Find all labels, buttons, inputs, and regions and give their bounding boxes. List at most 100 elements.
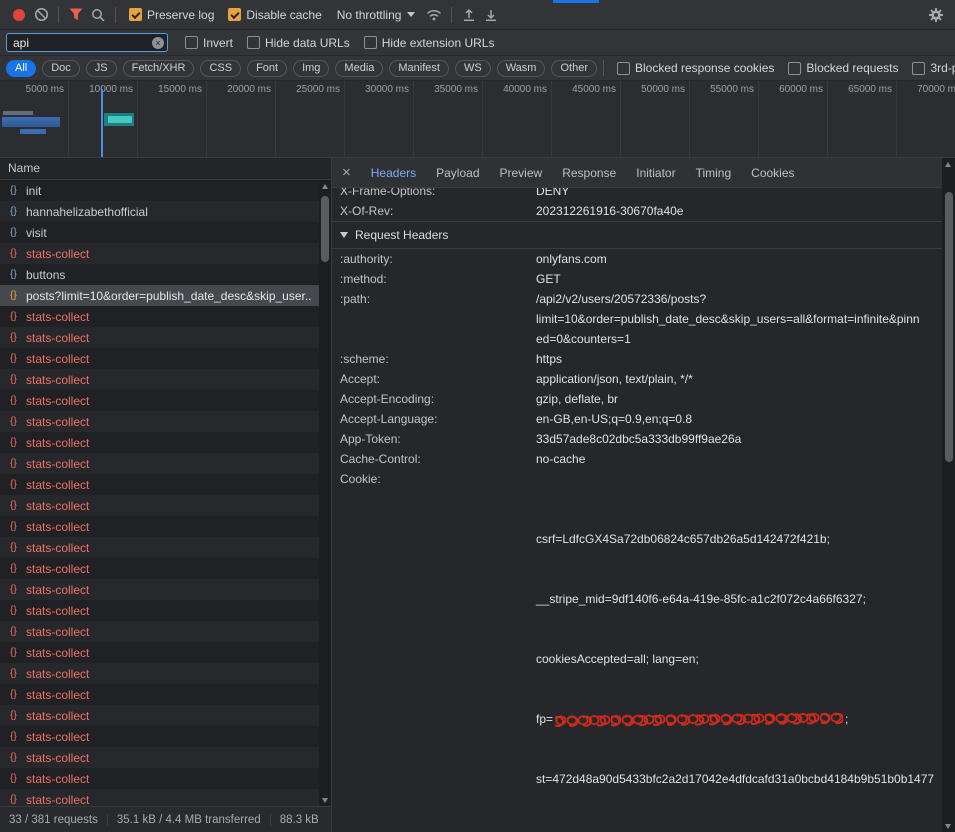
request-type-icon: {} (7, 794, 20, 805)
invert-checkbox[interactable]: Invert (185, 36, 233, 50)
header-value: gzip, deflate, br (536, 389, 934, 409)
timeline-tick: 30000 ms (345, 81, 414, 157)
request-row[interactable]: {} stats-collect (0, 579, 319, 600)
blocked-requests-checkbox[interactable]: Blocked requests (788, 61, 898, 75)
network-filter-input[interactable] (6, 33, 168, 52)
settings-button[interactable] (925, 4, 947, 26)
scrollbar-thumb[interactable] (321, 196, 329, 262)
name-column-header[interactable]: Name (0, 158, 331, 180)
request-row[interactable]: {} stats-collect (0, 537, 319, 558)
request-row[interactable]: {} stats-collect (0, 789, 319, 806)
resource-type-chip[interactable]: CSS (200, 60, 241, 77)
request-row[interactable]: {} stats-collect (0, 474, 319, 495)
request-row[interactable]: {} stats-collect (0, 453, 319, 474)
resource-type-chip[interactable]: Wasm (497, 60, 546, 77)
blocked-response-cookies-checkbox[interactable]: Blocked response cookies (617, 61, 774, 75)
request-headers-section-toggle[interactable]: Request Headers (332, 222, 942, 249)
hide-data-urls-checkbox[interactable]: Hide data URLs (247, 36, 350, 50)
resource-type-chip[interactable]: Font (247, 60, 287, 77)
import-har-button[interactable] (458, 4, 480, 26)
request-row[interactable]: {} stats-collect (0, 327, 319, 348)
request-row[interactable]: {} stats-collect (0, 306, 319, 327)
request-row[interactable]: {} stats-collect (0, 747, 319, 768)
details-scrollbar[interactable] (942, 158, 955, 832)
request-name: stats-collect (26, 394, 312, 408)
clear-button[interactable] (30, 4, 52, 26)
request-type-icon: {} (7, 416, 20, 427)
network-conditions-button[interactable] (423, 4, 445, 26)
header-value: en-GB,en-US;q=0.9,en;q=0.8 (536, 409, 934, 429)
resource-type-chip[interactable]: WS (455, 60, 491, 77)
export-har-button[interactable] (480, 4, 502, 26)
cookie-text: fp= (536, 712, 553, 726)
request-row[interactable]: {} stats-collect (0, 348, 319, 369)
request-row[interactable]: {} stats-collect (0, 621, 319, 642)
resource-type-chip[interactable]: JS (86, 60, 117, 77)
resource-type-chip[interactable]: Fetch/XHR (123, 60, 195, 77)
resource-type-chip[interactable]: Other (551, 60, 597, 77)
request-row[interactable]: {} stats-collect (0, 390, 319, 411)
gear-icon (928, 7, 944, 23)
header-name: Accept: (340, 369, 536, 389)
request-type-icon: {} (7, 353, 20, 364)
timeline-tick: 60000 ms (759, 81, 828, 157)
request-row[interactable]: {} stats-collect (0, 369, 319, 390)
scroll-up-button[interactable] (319, 180, 331, 192)
request-row[interactable]: {} stats-collect (0, 726, 319, 747)
third-party-requests-checkbox[interactable]: 3rd-party requests (912, 61, 955, 75)
scroll-down-button[interactable] (319, 794, 331, 806)
request-row[interactable]: {} stats-collect (0, 705, 319, 726)
clear-filter-icon[interactable]: × (152, 37, 164, 49)
details-tab[interactable]: Headers (361, 158, 426, 188)
resource-type-chip[interactable]: All (6, 60, 36, 77)
request-row[interactable]: {} stats-collect (0, 600, 319, 621)
request-row[interactable]: {} visit (0, 222, 319, 243)
request-row[interactable]: {} stats-collect (0, 768, 319, 789)
resource-type-chip[interactable]: Doc (42, 60, 80, 77)
close-details-button[interactable]: × (332, 164, 361, 181)
details-tab[interactable]: Cookies (741, 158, 804, 188)
scrollbar-thumb[interactable] (945, 192, 953, 462)
request-row[interactable]: {} stats-collect (0, 558, 319, 579)
scroll-down-button[interactable] (942, 820, 954, 832)
header-value: no-cache (536, 449, 934, 469)
request-row[interactable]: {} stats-collect (0, 495, 319, 516)
preserve-log-checkbox[interactable]: Preserve log (129, 8, 214, 22)
scroll-up-button[interactable] (942, 158, 954, 170)
resource-type-chip[interactable]: Media (335, 60, 383, 77)
hide-extension-urls-checkbox[interactable]: Hide extension URLs (364, 36, 495, 50)
disable-cache-checkbox[interactable]: Disable cache (228, 8, 321, 22)
request-row[interactable]: {} stats-collect (0, 243, 319, 264)
details-tab[interactable]: Payload (426, 158, 489, 188)
request-row[interactable]: {} stats-collect (0, 432, 319, 453)
record-button[interactable] (8, 4, 30, 26)
request-row[interactable]: {} stats-collect (0, 642, 319, 663)
import-arrow-up-icon (462, 8, 476, 22)
search-button[interactable] (87, 4, 109, 26)
details-tab[interactable]: Response (552, 158, 626, 188)
network-overview-timeline[interactable]: 5000 ms 10000 ms 15000 ms 20000 ms 25000… (0, 81, 955, 158)
request-row[interactable]: {} init (0, 180, 319, 201)
filter-button[interactable] (65, 4, 87, 26)
throttling-select[interactable]: No throttling (337, 8, 416, 22)
request-row[interactable]: {} stats-collect (0, 684, 319, 705)
details-tab[interactable]: Preview (490, 158, 553, 188)
checkbox-icon (912, 62, 925, 75)
chevron-down-icon (407, 12, 415, 17)
transferred-size: 35.1 kB / 4.4 MB transferred (107, 814, 270, 826)
request-row[interactable]: {} posts?limit=10&order=publish_date_des… (0, 285, 319, 306)
active-tab-indicator (553, 0, 599, 3)
request-row[interactable]: {} stats-collect (0, 411, 319, 432)
request-type-icon: {} (7, 563, 20, 574)
resource-type-chip[interactable]: Img (293, 60, 329, 77)
details-tab[interactable]: Timing (686, 158, 742, 188)
request-list-scrollbar[interactable] (319, 180, 331, 806)
details-tab[interactable]: Initiator (626, 158, 685, 188)
resource-type-chip[interactable]: Manifest (389, 60, 449, 77)
cookie-line: csrf=LdfcGX4Sa72db06824c657db26a5d142472… (536, 529, 934, 549)
request-row[interactable]: {} buttons (0, 264, 319, 285)
search-icon (91, 8, 105, 22)
request-row[interactable]: {} hannahelizabethofficial (0, 201, 319, 222)
request-row[interactable]: {} stats-collect (0, 663, 319, 684)
request-row[interactable]: {} stats-collect (0, 516, 319, 537)
